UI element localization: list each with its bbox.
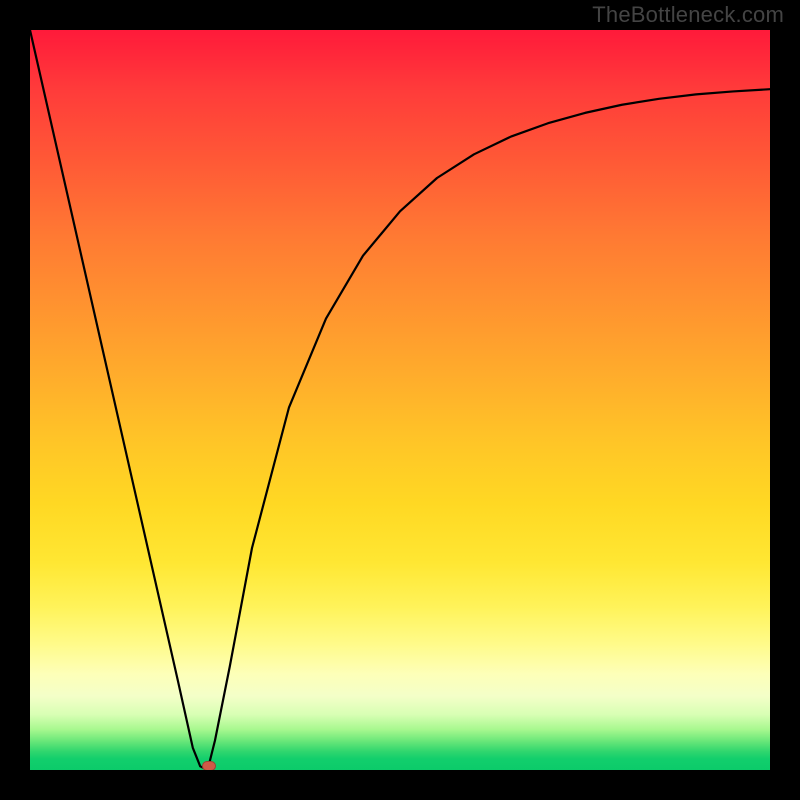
optimal-point-marker <box>202 761 216 770</box>
chart-frame: TheBottleneck.com <box>0 0 800 800</box>
plot-area <box>30 30 770 770</box>
bottleneck-curve <box>30 30 770 770</box>
attribution-watermark: TheBottleneck.com <box>592 2 784 28</box>
